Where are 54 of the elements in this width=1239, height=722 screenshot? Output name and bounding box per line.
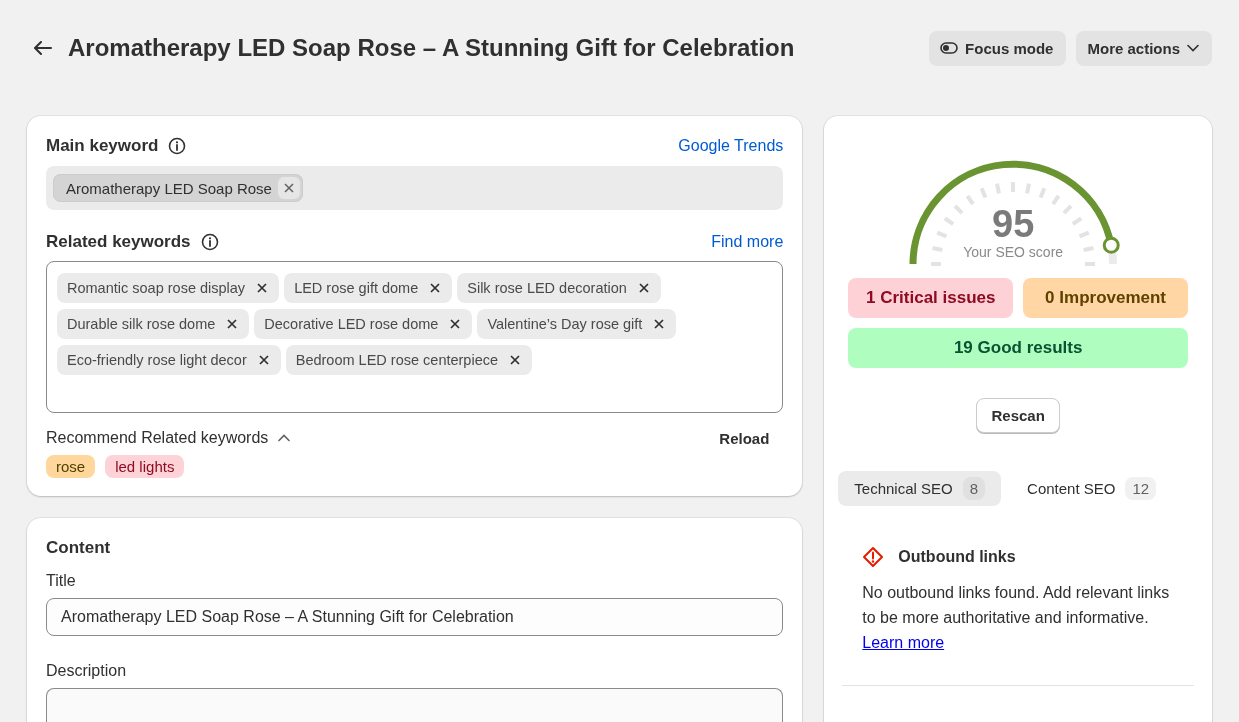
chevron-down-icon bbox=[1187, 44, 1199, 52]
info-icon[interactable] bbox=[168, 137, 187, 155]
score-caption: Your SEO score bbox=[963, 244, 1064, 260]
toggle-icon bbox=[940, 42, 959, 54]
remove-icon[interactable] bbox=[277, 177, 300, 199]
result-summary-badge[interactable]: 0 Improvement bbox=[1023, 278, 1188, 318]
keyword-tag: Eco-friendly rose light decor bbox=[57, 345, 281, 375]
keyword-tag: Silk rose LED decoration bbox=[457, 273, 661, 303]
keyword-tag: LED rose gift dome bbox=[284, 273, 453, 303]
seo-tab[interactable]: Content SEO 12 bbox=[1011, 471, 1173, 506]
section-label: Related keywords bbox=[46, 232, 191, 252]
field-label: Description bbox=[46, 662, 128, 680]
description-editor[interactable] bbox=[46, 688, 784, 722]
issue-title: Outbound links bbox=[898, 548, 1016, 566]
remove-icon[interactable] bbox=[638, 283, 649, 293]
recommend-label: Recommend Related keywords bbox=[46, 429, 269, 447]
more-actions-button[interactable]: More actions bbox=[1076, 30, 1212, 66]
remove-icon[interactable] bbox=[227, 319, 238, 329]
score-value: 95 bbox=[992, 204, 1035, 244]
remove-icon[interactable] bbox=[510, 355, 521, 365]
issue-description: No outbound links found. Add relevant links to be more authoritative and informative. Learn more bbox=[862, 583, 1171, 653]
keyword-tag: Durable silk rose dome bbox=[57, 309, 250, 339]
focus-mode-button[interactable]: Focus mode bbox=[929, 30, 1067, 66]
related-keywords-field[interactable] bbox=[46, 261, 784, 413]
seo-tab[interactable]: Technical SEO 8 bbox=[838, 471, 1002, 506]
result-summary-badge[interactable]: 1 Critical issues bbox=[848, 278, 1014, 318]
keyword-tag: Decorative LED rose dome bbox=[254, 309, 473, 339]
page-title: Aromatherapy LED Soap Rose – A Stunning Gift for Celebration bbox=[68, 34, 795, 62]
find-more-link[interactable]: Find more bbox=[711, 233, 784, 251]
field-label: Title bbox=[46, 572, 77, 590]
remove-icon[interactable] bbox=[654, 319, 665, 329]
warning-diamond-icon bbox=[862, 546, 885, 568]
back-arrow-icon[interactable] bbox=[34, 41, 52, 55]
keyword-tag: Bedroom LED rose centerpiece bbox=[285, 345, 533, 375]
section-label: Main keyword bbox=[46, 136, 159, 156]
main-keyword-field[interactable]: Aromatherapy LED Soap Rose bbox=[46, 166, 784, 210]
keyword-tag: Romantic soap rose display bbox=[57, 273, 280, 303]
google-trends-link[interactable]: Google Trends bbox=[678, 137, 784, 155]
rescan-button[interactable]: Rescan bbox=[976, 398, 1060, 433]
info-icon[interactable] bbox=[200, 233, 219, 251]
suggested-keyword-tag[interactable]: rose bbox=[46, 455, 96, 478]
title-field[interactable]: Aromatherapy LED Soap Rose – A Stunning Gift for Celebration bbox=[46, 598, 784, 636]
suggested-keyword-tag[interactable]: led lights bbox=[105, 455, 185, 478]
chevron-icon[interactable] bbox=[278, 434, 291, 442]
remove-icon[interactable] bbox=[258, 355, 269, 365]
section-heading: Content bbox=[46, 538, 112, 558]
remove-icon[interactable] bbox=[430, 283, 441, 293]
learn-more-link[interactable]: Learn more bbox=[862, 634, 945, 651]
reload-button[interactable]: Reload bbox=[705, 429, 784, 447]
keyword-tag: Valentine’s Day rose gift bbox=[477, 309, 677, 339]
result-summary-badge[interactable]: 19 Good results bbox=[848, 328, 1188, 368]
keyword-tag: Aromatherapy LED Soap Rose bbox=[53, 174, 303, 202]
remove-icon[interactable] bbox=[450, 319, 461, 329]
remove-icon[interactable] bbox=[257, 283, 268, 293]
